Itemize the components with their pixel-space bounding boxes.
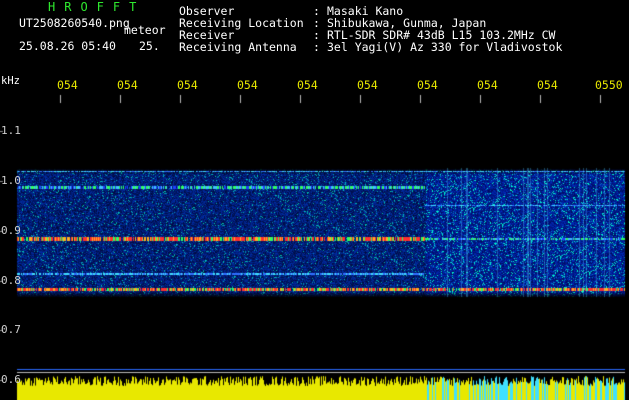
time-tick: 054 — [237, 78, 258, 92]
y-label: 0.9 — [1, 224, 21, 237]
time-tick: 054 — [117, 78, 138, 92]
time-tick: 054 — [357, 78, 378, 92]
meta-antenna-label: Receiving Antenna — [179, 40, 297, 54]
meta-antenna-sep: : — [313, 40, 320, 54]
time-tick: 054 — [177, 78, 198, 92]
y-label: 0.6 — [1, 373, 21, 386]
time-tick: 054 — [477, 78, 498, 92]
meteor-label: meteor — [124, 23, 166, 37]
time-tick: 054 — [297, 78, 318, 92]
time-tick: 054 — [537, 78, 558, 92]
y-label: 1.0 — [1, 174, 21, 187]
app-title: HROFFT — [48, 0, 146, 14]
axis-unit: kHz — [1, 75, 20, 87]
meta-antenna-value: 3el Yagi(V) Az 330 for Vladivostok — [327, 40, 563, 54]
y-label: 0.8 — [1, 274, 21, 287]
spectrogram — [0, 0, 629, 400]
time-tick: 054 — [57, 78, 78, 92]
y-label: 1.1 — [1, 124, 21, 137]
y-label: 0.7 — [1, 323, 21, 336]
count-label: 25. — [139, 39, 160, 53]
time-tick: 0550 — [595, 78, 623, 92]
time-axis: 054 054 054 054 054 054 054 054 054 0550 — [57, 78, 627, 94]
filename-label: UT2508260540.png — [19, 16, 130, 30]
time-tick: 054 — [417, 78, 438, 92]
datetime-label: 25.08.26 05:40 — [19, 39, 116, 53]
